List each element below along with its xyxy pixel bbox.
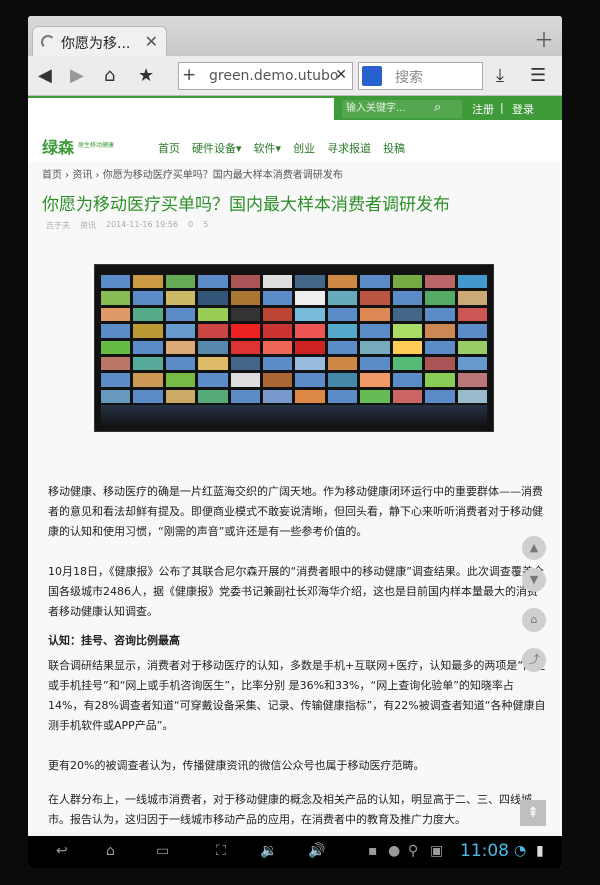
browser-toolbar: ◀ ▶ ⌂ ★ + green.demo.utubo ✕ 🐾 搜索 ⤓ ☰ xyxy=(28,56,562,96)
article-meta: 吉于夫 资讯 2014-11-16 19:56 0 5 xyxy=(46,220,208,231)
url-bar[interactable]: + green.demo.utubo ✕ xyxy=(178,62,353,90)
article-content: 首页 › 资讯 › 你愿为移动医疗买单吗？国内最大样本消费者调研发布 你愿为移动… xyxy=(28,162,562,832)
video-wall-image xyxy=(101,275,487,403)
paragraph-2: 10月18日，《健康报》公布了其联合尼尔森开展的“消费者眼中的移动健康”调查结果… xyxy=(48,565,544,618)
app-notification-icon: ● xyxy=(388,843,401,859)
article-hero-image xyxy=(94,264,494,432)
meta-views: 5 xyxy=(203,220,209,229)
breadcrumb[interactable]: 首页 › 资讯 › 你愿为移动医疗买单吗？国内最大样本消费者调研发布 xyxy=(42,166,343,181)
search-engine-icon[interactable]: 🐾 xyxy=(362,66,382,86)
nav-submit[interactable]: 投稿 xyxy=(383,140,405,156)
screenshot-icon[interactable]: ⛶ xyxy=(216,843,226,859)
device-screen: 你愿为移... ✕ ＋ ◀ ▶ ⌂ ★ + green.demo.utubo ✕… xyxy=(28,16,562,868)
clear-url-icon[interactable]: ✕ xyxy=(335,67,347,83)
site-search-bar: 输入关键字... ⌕ 注册 | 登录 xyxy=(334,98,562,120)
new-tab-icon[interactable]: ＋ xyxy=(534,24,554,53)
browser-tab[interactable]: 你愿为移... ✕ xyxy=(32,26,167,56)
register-link[interactable]: 注册 xyxy=(472,101,494,117)
meta-comments: 0 xyxy=(188,220,194,229)
browser-tab-bar: 你愿为移... ✕ ＋ xyxy=(28,16,562,56)
search-placeholder: 搜索 xyxy=(395,70,423,86)
search-icon[interactable]: ⌕ xyxy=(434,100,441,115)
add-icon[interactable]: + xyxy=(182,65,196,85)
battery-icon: ▮ xyxy=(536,843,544,859)
tab-title: 你愿为移... xyxy=(61,36,131,52)
android-back-icon[interactable]: ↩ xyxy=(56,843,68,859)
scroll-down-icon[interactable]: ▼ xyxy=(522,568,546,592)
home-icon[interactable]: ⌂ xyxy=(104,65,115,86)
share-icon[interactable]: ⤴ xyxy=(522,648,546,672)
forward-icon[interactable]: ▶ xyxy=(70,65,84,86)
close-tab-icon[interactable]: ✕ xyxy=(145,32,158,51)
paragraph-3: 联合调研结果显示，消费者对于移动医疗的认知，多数是手机+互联网+医疗，认知最多的… xyxy=(48,659,546,732)
usb-icon: ⚲ xyxy=(408,843,419,859)
paragraph-4: 更有20%的被调查者认为，传播健康资讯的微信公众号也属于移动医疗范畴。 xyxy=(48,759,425,772)
notification-icon: ▪ xyxy=(368,843,378,859)
separator: | xyxy=(500,101,504,114)
meta-category[interactable]: 资讯 xyxy=(80,220,96,231)
nav-startup[interactable]: 创业 xyxy=(293,140,315,156)
status-clock: 11:08 xyxy=(460,841,509,861)
meta-date: 2014-11-16 19:56 xyxy=(106,220,179,229)
login-link[interactable]: 登录 xyxy=(512,101,534,117)
loading-spinner-icon xyxy=(41,35,55,49)
volume-up-icon[interactable]: 🔊 xyxy=(308,843,325,859)
hero-reflection xyxy=(101,405,487,427)
menu-icon[interactable]: ☰ xyxy=(530,65,546,86)
nav-software[interactable]: 软件▾ xyxy=(254,140,282,156)
photo-notification-icon: ▣ xyxy=(430,843,444,859)
site-logo-subtitle: 原生移动健康 xyxy=(78,142,115,149)
scroll-up-icon[interactable]: ▲ xyxy=(522,536,546,560)
nav-report[interactable]: 寻求报道 xyxy=(327,140,371,156)
nav-home[interactable]: 首页 xyxy=(158,140,180,156)
nav-hardware[interactable]: 硬件设备▾ xyxy=(192,140,242,156)
back-to-top-icon[interactable]: ⇞ xyxy=(520,800,546,826)
volume-down-icon[interactable]: 🔉 xyxy=(260,843,277,859)
home-shortcut-icon[interactable]: ⌂ xyxy=(522,608,546,632)
section-heading: 认知：挂号、咨询比例最高 xyxy=(48,634,180,647)
bookmark-star-icon[interactable]: ★ xyxy=(138,65,154,86)
paragraph-5: 在人群分布上，一线城市消费者，对于移动健康的概念及相关产品的认知，明显高于二、三… xyxy=(48,793,532,826)
page-title: 你愿为移动医疗买单吗？国内最大样本消费者调研发布 xyxy=(42,195,450,215)
site-search-input[interactable]: 输入关键字... xyxy=(342,100,462,118)
android-home-icon[interactable]: ⌂ xyxy=(106,843,115,859)
site-logo[interactable]: 绿森 xyxy=(42,134,74,158)
site-nav: 首页 硬件设备▾ 软件▾ 创业 寻求报道 投稿 xyxy=(158,140,405,156)
meta-author[interactable]: 吉于夫 xyxy=(46,220,70,231)
recent-apps-icon[interactable]: ▭ xyxy=(156,843,169,859)
back-icon[interactable]: ◀ xyxy=(38,65,52,86)
wifi-icon: ◔ xyxy=(514,843,527,859)
paragraph-1: 移动健康、移动医疗的确是一片红蓝海交织的广阔天地。作为移动健康闭环运行中的重要群… xyxy=(48,485,543,538)
url-text: green.demo.utubo xyxy=(209,68,339,84)
system-nav-bar: ↩ ⌂ ▭ ⛶ 🔉 🔊 ▪ ● ⚲ ▣ 11:08 ◔ ▮ xyxy=(28,836,562,868)
browser-search-box[interactable]: 🐾 搜索 xyxy=(358,62,483,90)
download-icon[interactable]: ⤓ xyxy=(496,65,504,86)
site-header: 输入关键字... ⌕ 注册 | 登录 绿森 原生移动健康 首页 硬件设备▾ 软件… xyxy=(28,96,562,162)
